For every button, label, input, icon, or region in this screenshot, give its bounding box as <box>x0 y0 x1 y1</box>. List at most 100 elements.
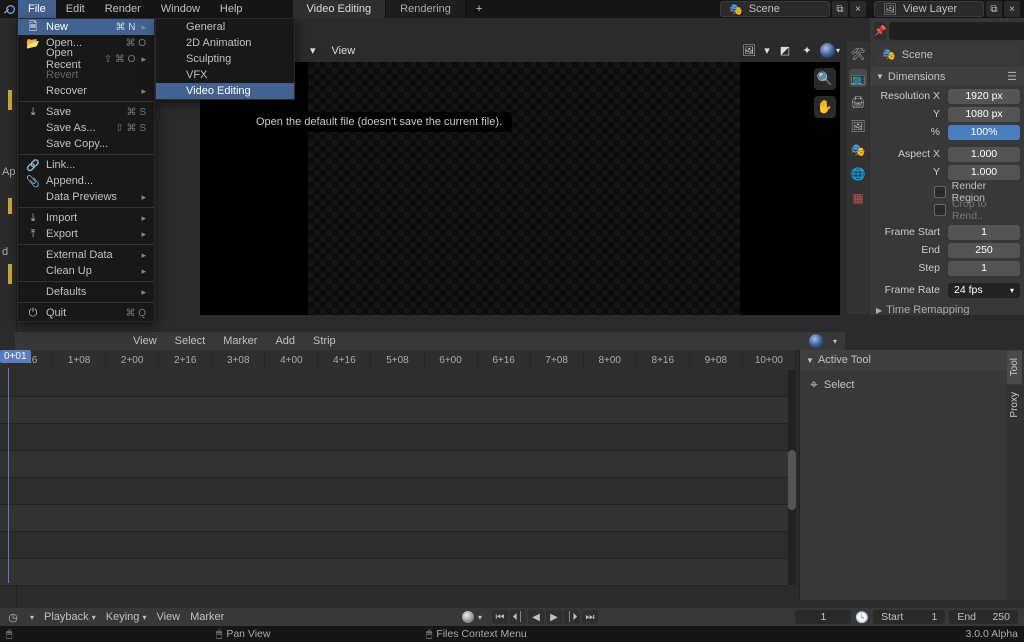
tab-world-icon[interactable]: 🌐 <box>849 165 867 183</box>
file-import[interactable]: ⤓ Import ▸ <box>18 210 154 226</box>
play-button[interactable]: ▶ <box>546 610 562 624</box>
frame-start-field[interactable]: Start1 <box>873 610 945 624</box>
properties-search-input[interactable] <box>889 22 1024 40</box>
dimensions-header[interactable]: ▼ Dimensions ☰ <box>870 67 1024 86</box>
auto-keying-dropdown[interactable]: ▾ <box>478 613 482 622</box>
timeline-playback-menu[interactable]: Playback ▾ <box>44 611 96 623</box>
render-region-checkbox[interactable] <box>934 186 946 198</box>
viewlayer-remove-button[interactable]: × <box>1004 1 1020 17</box>
tab-texture-icon[interactable]: ▦ <box>849 189 867 207</box>
crop-checkbox[interactable] <box>934 204 946 216</box>
tab-scene-icon[interactable]: 🎭 <box>849 141 867 159</box>
file-append[interactable]: 📎 Append... <box>18 173 154 189</box>
jump-to-end-button[interactable]: ⏭ <box>582 610 598 624</box>
image-icon[interactable]: 🖼 <box>739 42 759 60</box>
file-recover[interactable]: Recover ▸ <box>18 83 154 99</box>
frame-start-field[interactable]: 1 <box>948 225 1020 240</box>
sequencer-menu-add[interactable]: Add <box>271 335 299 347</box>
sequencer-menu-strip[interactable]: Strip <box>309 335 340 347</box>
tab-tool-icon[interactable]: 🛠 <box>849 45 867 63</box>
new-2d-animation[interactable]: 2D Animation <box>156 35 294 51</box>
frame-end-field[interactable]: End250 <box>949 610 1018 624</box>
menu-window[interactable]: Window <box>151 0 210 18</box>
timeline-view-menu[interactable]: View <box>156 611 180 623</box>
new-video-editing[interactable]: Video Editing <box>156 83 294 99</box>
current-frame-field[interactable]: 1 <box>795 610 851 624</box>
frame-step-field[interactable]: 1 <box>948 261 1020 276</box>
resolution-y-field[interactable]: 1080 px <box>948 107 1020 122</box>
scene-selector[interactable]: 🎭 Scene <box>720 1 830 17</box>
menu-help[interactable]: Help <box>210 0 253 18</box>
shading-sphere-icon[interactable] <box>809 334 823 348</box>
tab-output-icon[interactable]: 🖨 <box>849 93 867 111</box>
time-remapping-header[interactable]: ▶ Time Remapping <box>870 302 1024 315</box>
workspace-video-editing[interactable]: Video Editing <box>293 0 387 18</box>
play-reverse-button[interactable]: ◀ <box>528 610 544 624</box>
file-export[interactable]: ⤒ Export ▸ <box>18 226 154 242</box>
file-save[interactable]: ⤓ Save ⌘ S <box>18 104 154 120</box>
file-save-as[interactable]: Save As... ⇧ ⌘ S <box>18 120 154 136</box>
resolution-percent-field[interactable]: 100% <box>948 125 1020 140</box>
shading-sphere-icon[interactable]: ▾ <box>819 42 840 60</box>
new-vfx[interactable]: VFX <box>156 67 294 83</box>
sequencer-menu-view[interactable]: View <box>129 335 161 347</box>
menu-file[interactable]: File <box>18 0 56 18</box>
blender-logo-icon[interactable] <box>0 0 18 18</box>
side-tab-proxy[interactable]: Proxy <box>1007 384 1022 426</box>
frame-rate-dropdown[interactable]: 24 fps▾ <box>948 283 1020 298</box>
scene-breadcrumb[interactable]: 🎭 Scene <box>874 44 1020 65</box>
resolution-x-field[interactable]: 1920 px <box>948 89 1020 104</box>
preview-editor-dropdown[interactable]: ▾ <box>302 43 324 58</box>
file-clean-up[interactable]: Clean Up ▸ <box>18 263 154 279</box>
workspace-rendering[interactable]: Rendering <box>386 0 466 18</box>
tab-viewlayer-icon[interactable]: 🖼 <box>849 117 867 135</box>
gizmo-icon[interactable]: ✦ <box>797 42 817 60</box>
panel-menu-icon[interactable]: ☰ <box>1007 70 1018 83</box>
aspect-y-field[interactable]: 1.000 <box>948 165 1020 180</box>
file-external-data[interactable]: External Data ▸ <box>18 247 154 263</box>
pan-hand-icon[interactable]: ✋ <box>814 96 836 118</box>
file-data-previews[interactable]: Data Previews ▸ <box>18 189 154 205</box>
channels-icon[interactable]: ◩ <box>775 42 795 60</box>
jump-to-start-button[interactable]: ⏮ <box>492 610 508 624</box>
viewlayer-selector[interactable]: 🖼 View Layer <box>874 1 984 17</box>
timeline-keying-menu[interactable]: Keying ▾ <box>106 611 147 623</box>
file-defaults[interactable]: Defaults ▸ <box>18 284 154 300</box>
scene-new-button[interactable]: ⧉ <box>832 1 848 17</box>
auto-keying-toggle[interactable] <box>462 611 474 623</box>
sequencer-menu-marker[interactable]: Marker <box>219 335 261 347</box>
timeline-tracks[interactable] <box>0 370 788 585</box>
dropdown-icon[interactable]: ▾ <box>761 42 773 60</box>
clock-icon[interactable]: 🕓 <box>855 611 869 624</box>
timeline-ruler[interactable]: 0+16 1+08 2+00 2+16 3+08 4+00 4+16 5+08 … <box>0 350 796 370</box>
scene-remove-button[interactable]: × <box>850 1 866 17</box>
side-tab-tool[interactable]: Tool <box>1007 350 1022 384</box>
timeline-editor-dropdown[interactable]: ◷ <box>6 611 20 624</box>
active-tool-header[interactable]: ▼ Active Tool <box>800 350 1007 370</box>
pin-icon[interactable]: 📌 <box>874 22 886 40</box>
menu-edit[interactable]: Edit <box>56 0 95 18</box>
zoom-icon[interactable]: 🔍 <box>814 68 836 90</box>
viewlayer-new-button[interactable]: ⧉ <box>986 1 1002 17</box>
playhead-frame[interactable]: 0+01 <box>0 350 31 363</box>
new-sculpting[interactable]: Sculpting <box>156 51 294 67</box>
keyframe-next-button[interactable]: ⏐⏵ <box>564 610 580 624</box>
keyframe-prev-button[interactable]: ⏴⏐ <box>510 610 526 624</box>
timeline-scrollbar[interactable] <box>788 370 796 585</box>
playhead-line[interactable] <box>8 368 9 583</box>
aspect-x-field[interactable]: 1.000 <box>948 147 1020 162</box>
file-quit[interactable]: ⏻ Quit ⌘ Q <box>18 305 154 321</box>
file-link[interactable]: 🔗 Link... <box>18 157 154 173</box>
file-open-recent[interactable]: Open Recent ⇧ ⌘ O ▸ <box>18 51 154 67</box>
menu-render[interactable]: Render <box>95 0 151 18</box>
preview-viewport[interactable]: 🔍 ✋ <box>200 62 840 315</box>
sequencer-menu-select[interactable]: Select <box>171 335 210 347</box>
workspace-add[interactable]: + <box>466 1 492 17</box>
new-general[interactable]: General <box>156 19 294 35</box>
file-save-copy[interactable]: Save Copy... <box>18 136 154 152</box>
timeline-marker-menu[interactable]: Marker <box>190 611 224 623</box>
file-new[interactable]: 🗎 New ⌘ N ▸ <box>18 19 154 35</box>
tab-render-icon[interactable]: 📺 <box>849 69 867 87</box>
frame-end-field[interactable]: 250 <box>948 243 1020 258</box>
shading-dropdown[interactable]: ▾ <box>833 337 837 346</box>
